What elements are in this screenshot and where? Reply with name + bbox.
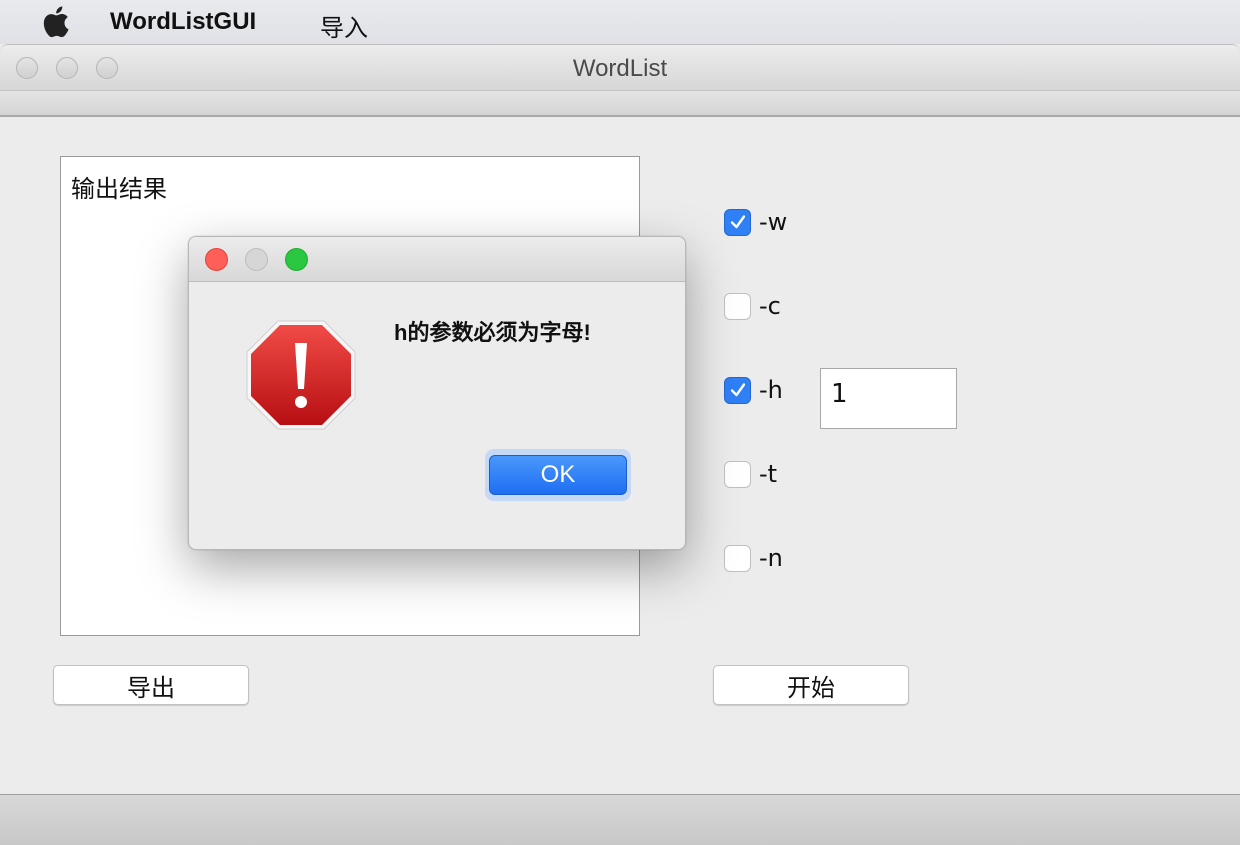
checkbox-h[interactable]	[724, 376, 751, 404]
stop-alert-icon	[246, 320, 356, 430]
checkbox-c[interactable]	[724, 292, 751, 320]
menu-bar: WordListGUI 导入	[0, 0, 1240, 44]
dialog-zoom-button[interactable]	[285, 248, 308, 271]
h-param-value: 1	[831, 379, 848, 409]
bottom-bar	[0, 794, 1240, 845]
dialog-titlebar[interactable]	[189, 237, 685, 282]
h-param-input[interactable]: 1	[820, 368, 957, 429]
option-label-c: -c	[759, 292, 781, 320]
alert-dialog: h的参数必须为字母! OK	[188, 236, 686, 550]
output-text: 输出结果	[71, 175, 167, 203]
option-label-w: -w	[759, 208, 788, 236]
option-c[interactable]: -c	[724, 291, 781, 321]
dialog-minimize-button	[245, 248, 268, 271]
app-menu[interactable]: WordListGUI	[110, 8, 256, 36]
toolbar-strip	[0, 90, 1240, 117]
checkbox-w[interactable]	[724, 208, 751, 236]
option-h[interactable]: -h	[724, 375, 783, 405]
option-t[interactable]: -t	[724, 459, 777, 489]
option-label-t: -t	[759, 460, 778, 488]
option-n[interactable]: -n	[724, 543, 783, 573]
option-label-h: -h	[759, 376, 783, 404]
apple-logo-icon[interactable]	[40, 6, 70, 38]
export-button[interactable]: 导出	[53, 665, 249, 705]
checkmark-icon	[730, 215, 745, 229]
window-title: WordList	[572, 55, 668, 82]
checkmark-icon	[730, 383, 745, 397]
option-w[interactable]: -w	[724, 207, 787, 237]
checkbox-t[interactable]	[724, 460, 751, 488]
ok-button[interactable]: OK	[489, 455, 627, 495]
dialog-message: h的参数必须为字母!	[394, 320, 591, 345]
window-titlebar[interactable]: WordList	[0, 44, 1240, 91]
dialog-close-button[interactable]	[205, 248, 228, 271]
option-label-n: -n	[759, 544, 783, 572]
start-button[interactable]: 开始	[713, 665, 909, 705]
checkbox-n[interactable]	[724, 544, 751, 572]
menu-import[interactable]: 导入	[320, 8, 368, 43]
